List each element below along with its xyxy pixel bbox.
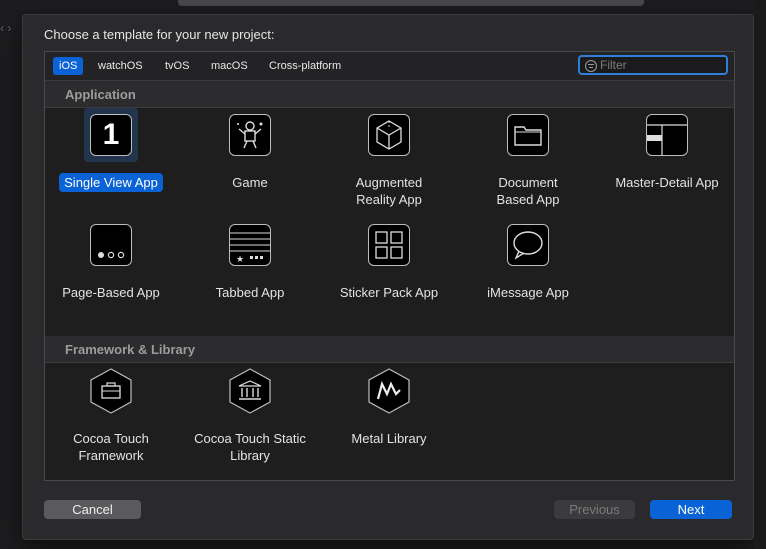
section-title: Framework & Library — [65, 342, 196, 357]
framework-icon — [90, 368, 132, 414]
single-view-glyph: 1 — [102, 118, 120, 151]
template-single-view-app[interactable]: 1 Single View App — [51, 108, 171, 208]
section-title: Application — [65, 87, 136, 102]
template-chooser-sheet: Choose a template for your new project: … — [22, 14, 754, 540]
sticker-pack-icon — [368, 224, 410, 266]
window-edge — [754, 0, 766, 549]
static-library-icon — [229, 368, 271, 414]
previous-button[interactable]: Previous — [554, 500, 635, 519]
filter-field[interactable] — [578, 55, 728, 75]
template-augmented-reality-app[interactable]: Augmented Reality App — [329, 108, 449, 228]
tab-watchos[interactable]: watchOS — [92, 57, 149, 75]
template-cocoa-touch-framework[interactable]: Cocoa Touch Framework — [51, 364, 171, 474]
game-icon — [229, 114, 271, 156]
tab-ios[interactable]: iOS — [53, 57, 84, 75]
backdrop-chevron-icons: ‹ › — [0, 21, 12, 35]
template-label: iMessage App — [487, 285, 569, 300]
cancel-button[interactable]: Cancel — [44, 500, 141, 519]
template-label: Tabbed App — [215, 285, 285, 300]
template-label: Game — [232, 175, 268, 190]
template-label: Cocoa Touch Static Library — [194, 431, 306, 463]
sheet-title: Choose a template for your new project: — [44, 27, 275, 42]
template-label: Document Based App — [496, 175, 560, 207]
augmented-reality-icon — [368, 114, 410, 156]
page-based-icon — [90, 224, 132, 266]
template-document-based-app[interactable]: Document Based App — [468, 108, 588, 228]
template-label: Cocoa Touch Framework — [73, 431, 149, 463]
tab-cross-platform[interactable]: Cross-platform — [263, 57, 347, 75]
template-game[interactable]: Game — [190, 108, 310, 208]
filter-icon — [585, 60, 597, 72]
next-button[interactable]: Next — [650, 500, 732, 519]
section-header-framework-library: Framework & Library — [45, 336, 734, 363]
template-master-detail-app[interactable]: Master-Detail App — [607, 108, 727, 208]
filter-input[interactable] — [600, 57, 724, 73]
template-label: Augmented Reality App — [355, 175, 423, 207]
template-label: Page-Based App — [62, 285, 160, 300]
template-tabbed-app[interactable]: ★ Tabbed App — [190, 218, 310, 318]
template-chooser: iOS watchOS tvOS macOS Cross-platform Ap… — [44, 51, 735, 481]
template-icon-highlight: 1 — [84, 108, 138, 162]
imessage-icon — [507, 224, 549, 266]
template-label: Metal Library — [351, 431, 427, 446]
metal-library-icon — [368, 368, 410, 414]
single-view-app-icon: 1 — [90, 114, 132, 156]
template-label: Sticker Pack App — [339, 285, 439, 300]
master-detail-icon — [646, 114, 688, 156]
window-title-bar-remnant — [178, 0, 644, 6]
template-metal-library[interactable]: Metal Library — [329, 364, 449, 464]
platform-tab-bar: iOS watchOS tvOS macOS Cross-platform — [45, 52, 734, 81]
section-header-application: Application — [45, 81, 734, 108]
template-imessage-app[interactable]: iMessage App — [468, 218, 588, 318]
template-sticker-pack-app[interactable]: Sticker Pack App — [329, 218, 449, 318]
document-icon — [507, 114, 549, 156]
tabbed-icon: ★ — [229, 224, 271, 266]
template-cocoa-touch-static-library[interactable]: Cocoa Touch Static Library — [190, 364, 310, 474]
template-label: Master-Detail App — [615, 175, 719, 190]
tab-macos[interactable]: macOS — [205, 57, 254, 75]
svg-text:★: ★ — [236, 255, 244, 265]
template-label: Single View App — [59, 173, 163, 192]
template-page-based-app[interactable]: Page-Based App — [51, 218, 171, 318]
tab-tvos[interactable]: tvOS — [159, 57, 195, 75]
